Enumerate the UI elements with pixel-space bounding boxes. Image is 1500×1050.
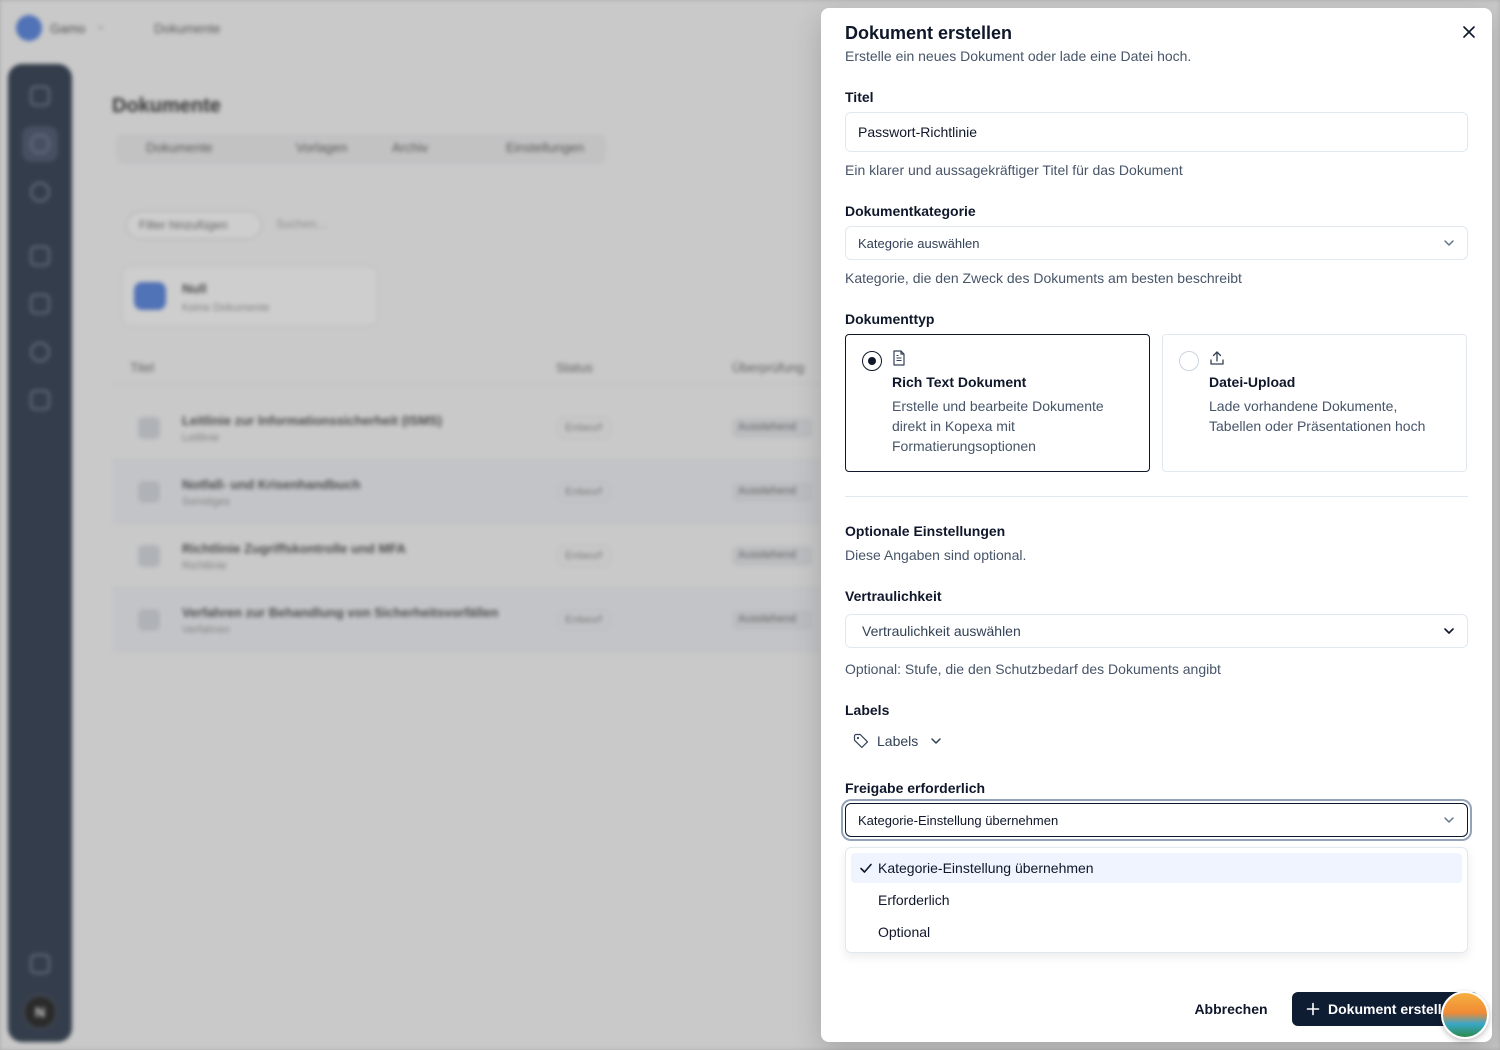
category-label: Dokumentkategorie: [845, 203, 976, 219]
option-label: Optional: [878, 924, 931, 940]
approval-dropdown: Kategorie-Einstellung übernehmen Erforde…: [845, 847, 1468, 953]
doctype-option-rich-text[interactable]: Rich Text Dokument Erstelle und bearbeit…: [845, 334, 1150, 472]
approval-option-optional[interactable]: Optional: [851, 917, 1462, 947]
approval-label: Freigabe erforderlich: [845, 780, 986, 796]
option-label: Erforderlich: [878, 892, 950, 908]
confidentiality-select[interactable]: Vertraulichkeit auswählen: [845, 614, 1468, 648]
doctype-label: Dokumenttyp: [845, 311, 935, 327]
option-label: Kategorie-Einstellung übernehmen: [878, 860, 1094, 876]
close-icon: [1463, 26, 1475, 38]
support-chat-avatar[interactable]: [1441, 991, 1489, 1039]
optional-settings-subheading: Diese Angaben sind optional.: [845, 547, 1027, 563]
doctype-option-title: Datei-Upload: [1209, 374, 1296, 390]
cancel-button[interactable]: Abbrechen: [1181, 992, 1281, 1026]
title-label: Titel: [845, 89, 874, 105]
doctype-option-title: Rich Text Dokument: [892, 374, 1027, 390]
radio-button[interactable]: [862, 351, 882, 371]
labels-button-text: Labels: [877, 733, 919, 749]
confidentiality-help-text: Optional: Stufe, die den Schutzbedarf de…: [845, 661, 1221, 677]
file-text-icon: [893, 350, 905, 366]
approval-select-value: Kategorie-Einstellung übernehmen: [858, 812, 1059, 828]
optional-settings-heading: Optionale Einstellungen: [845, 523, 1006, 539]
category-help-text: Kategorie, die den Zweck des Dokuments a…: [845, 270, 1242, 286]
labels-label: Labels: [845, 702, 890, 718]
labels-button[interactable]: Labels: [845, 726, 950, 756]
create-document-button-label: Dokument erstellen: [1328, 1001, 1458, 1017]
doctype-option-description: Erstelle und bearbeite Dokumente direkt …: [892, 398, 1104, 454]
chevron-down-icon: [1444, 817, 1454, 823]
chevron-down-icon: [1444, 240, 1454, 246]
category-select-value: Kategorie auswählen: [858, 235, 980, 251]
title-input[interactable]: Passwort-Richtlinie: [845, 112, 1468, 152]
title-help-text: Ein klarer und aussagekräftiger Titel fü…: [845, 162, 1183, 178]
category-select[interactable]: Kategorie auswählen: [845, 226, 1468, 260]
dialog-subtitle: Erstelle ein neues Dokument oder lade ei…: [845, 48, 1192, 64]
tag-icon: [853, 733, 869, 749]
create-document-dialog: Dokument erstellen Erstelle ein neues Do…: [821, 8, 1492, 1042]
doctype-option-file-upload[interactable]: Datei-Upload Lade vorhandene Dokumente, …: [1162, 334, 1467, 472]
approval-option-required[interactable]: Erforderlich: [851, 885, 1462, 915]
upload-icon: [1210, 351, 1224, 365]
radio-button[interactable]: [1179, 351, 1199, 371]
divider: [845, 496, 1468, 497]
chevron-down-icon: [1444, 628, 1454, 634]
doctype-option-description: Lade vorhandene Dokumente, Tabellen oder…: [1209, 398, 1426, 434]
close-button[interactable]: [1459, 22, 1479, 42]
approval-option-inherit[interactable]: Kategorie-Einstellung übernehmen: [851, 853, 1462, 883]
confidentiality-label: Vertraulichkeit: [845, 588, 942, 604]
check-icon: [860, 863, 872, 873]
confidentiality-select-value: Vertraulichkeit auswählen: [862, 623, 1021, 639]
dialog-title: Dokument erstellen: [845, 23, 1013, 43]
approval-select[interactable]: Kategorie-Einstellung übernehmen: [845, 803, 1468, 837]
chevron-down-icon: [931, 738, 942, 744]
plus-icon: [1306, 1002, 1320, 1016]
